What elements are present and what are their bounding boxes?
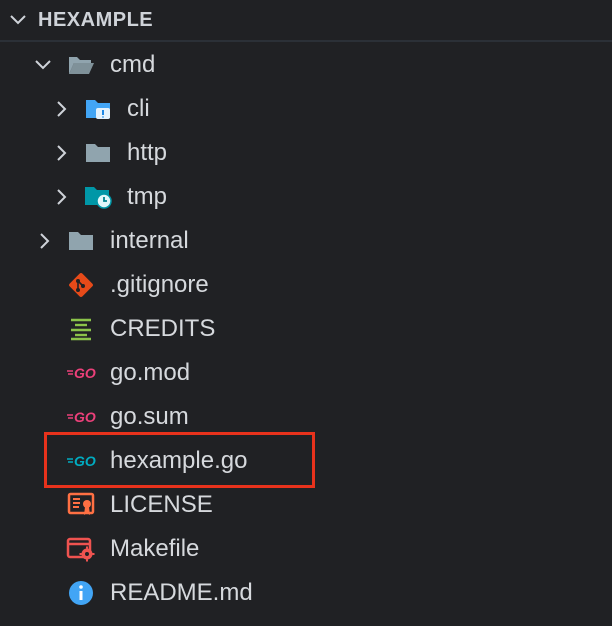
tree-item-label: tmp — [127, 183, 168, 210]
chevron-right-icon[interactable] — [50, 98, 72, 120]
svg-text:GO: GO — [74, 409, 96, 425]
tree-item-label: LICENSE — [110, 491, 213, 518]
tree-item-makefile[interactable]: Makefile — [0, 527, 612, 571]
tree-item-license[interactable]: LICENSE — [0, 483, 612, 527]
explorer-section-header[interactable]: HEXAMPLE — [0, 0, 612, 42]
tree-item-label: cmd — [110, 51, 156, 78]
tree-item-credits[interactable]: CREDITS — [0, 307, 612, 351]
tree-item-internal[interactable]: internal — [0, 219, 612, 263]
tree-item-cli[interactable]: cli — [0, 87, 612, 131]
tree-item-label: go.sum — [110, 403, 189, 430]
chevron-down-icon[interactable] — [32, 54, 54, 76]
file-explorer: HEXAMPLE cmd cli http tmp internal .giti… — [0, 0, 612, 626]
tree-item-readme[interactable]: README.md — [0, 571, 612, 615]
tree-item-tmp[interactable]: tmp — [0, 175, 612, 219]
tree-item-cmd[interactable]: cmd — [0, 43, 612, 87]
tree-item-label: go.mod — [110, 359, 191, 386]
tree-item-label: CREDITS — [110, 315, 216, 342]
text-lines-icon — [66, 315, 96, 343]
go-mod-icon: GO — [66, 359, 100, 387]
tree-item-http[interactable]: http — [0, 131, 612, 175]
tree-item-go-mod[interactable]: GO go.mod — [0, 351, 612, 395]
folder-temp-icon — [83, 183, 113, 211]
folder-open-icon — [66, 51, 96, 79]
info-icon — [66, 579, 96, 607]
tree-item-gitignore[interactable]: .gitignore — [0, 263, 612, 307]
tree-item-label: .gitignore — [110, 271, 209, 298]
chevron-right-icon[interactable] — [50, 186, 72, 208]
makefile-icon — [66, 535, 96, 563]
chevron-down-icon[interactable] — [6, 8, 30, 32]
folder-cli-icon — [83, 95, 113, 123]
tree-item-label: cli — [127, 95, 150, 122]
go-sum-icon: GO — [66, 403, 100, 431]
chevron-right-icon[interactable] — [33, 230, 55, 252]
git-icon — [66, 271, 96, 299]
folder-icon — [66, 227, 96, 255]
tree-item-label: internal — [110, 227, 189, 254]
chevron-right-icon[interactable] — [50, 142, 72, 164]
svg-text:GO: GO — [74, 365, 96, 381]
tree-item-label: README.md — [110, 579, 253, 606]
explorer-title: HEXAMPLE — [38, 8, 154, 31]
folder-icon — [83, 139, 113, 167]
highlight-box — [44, 432, 315, 488]
license-icon — [66, 491, 96, 519]
tree-item-label: Makefile — [110, 535, 200, 562]
tree-item-label: http — [127, 139, 168, 166]
